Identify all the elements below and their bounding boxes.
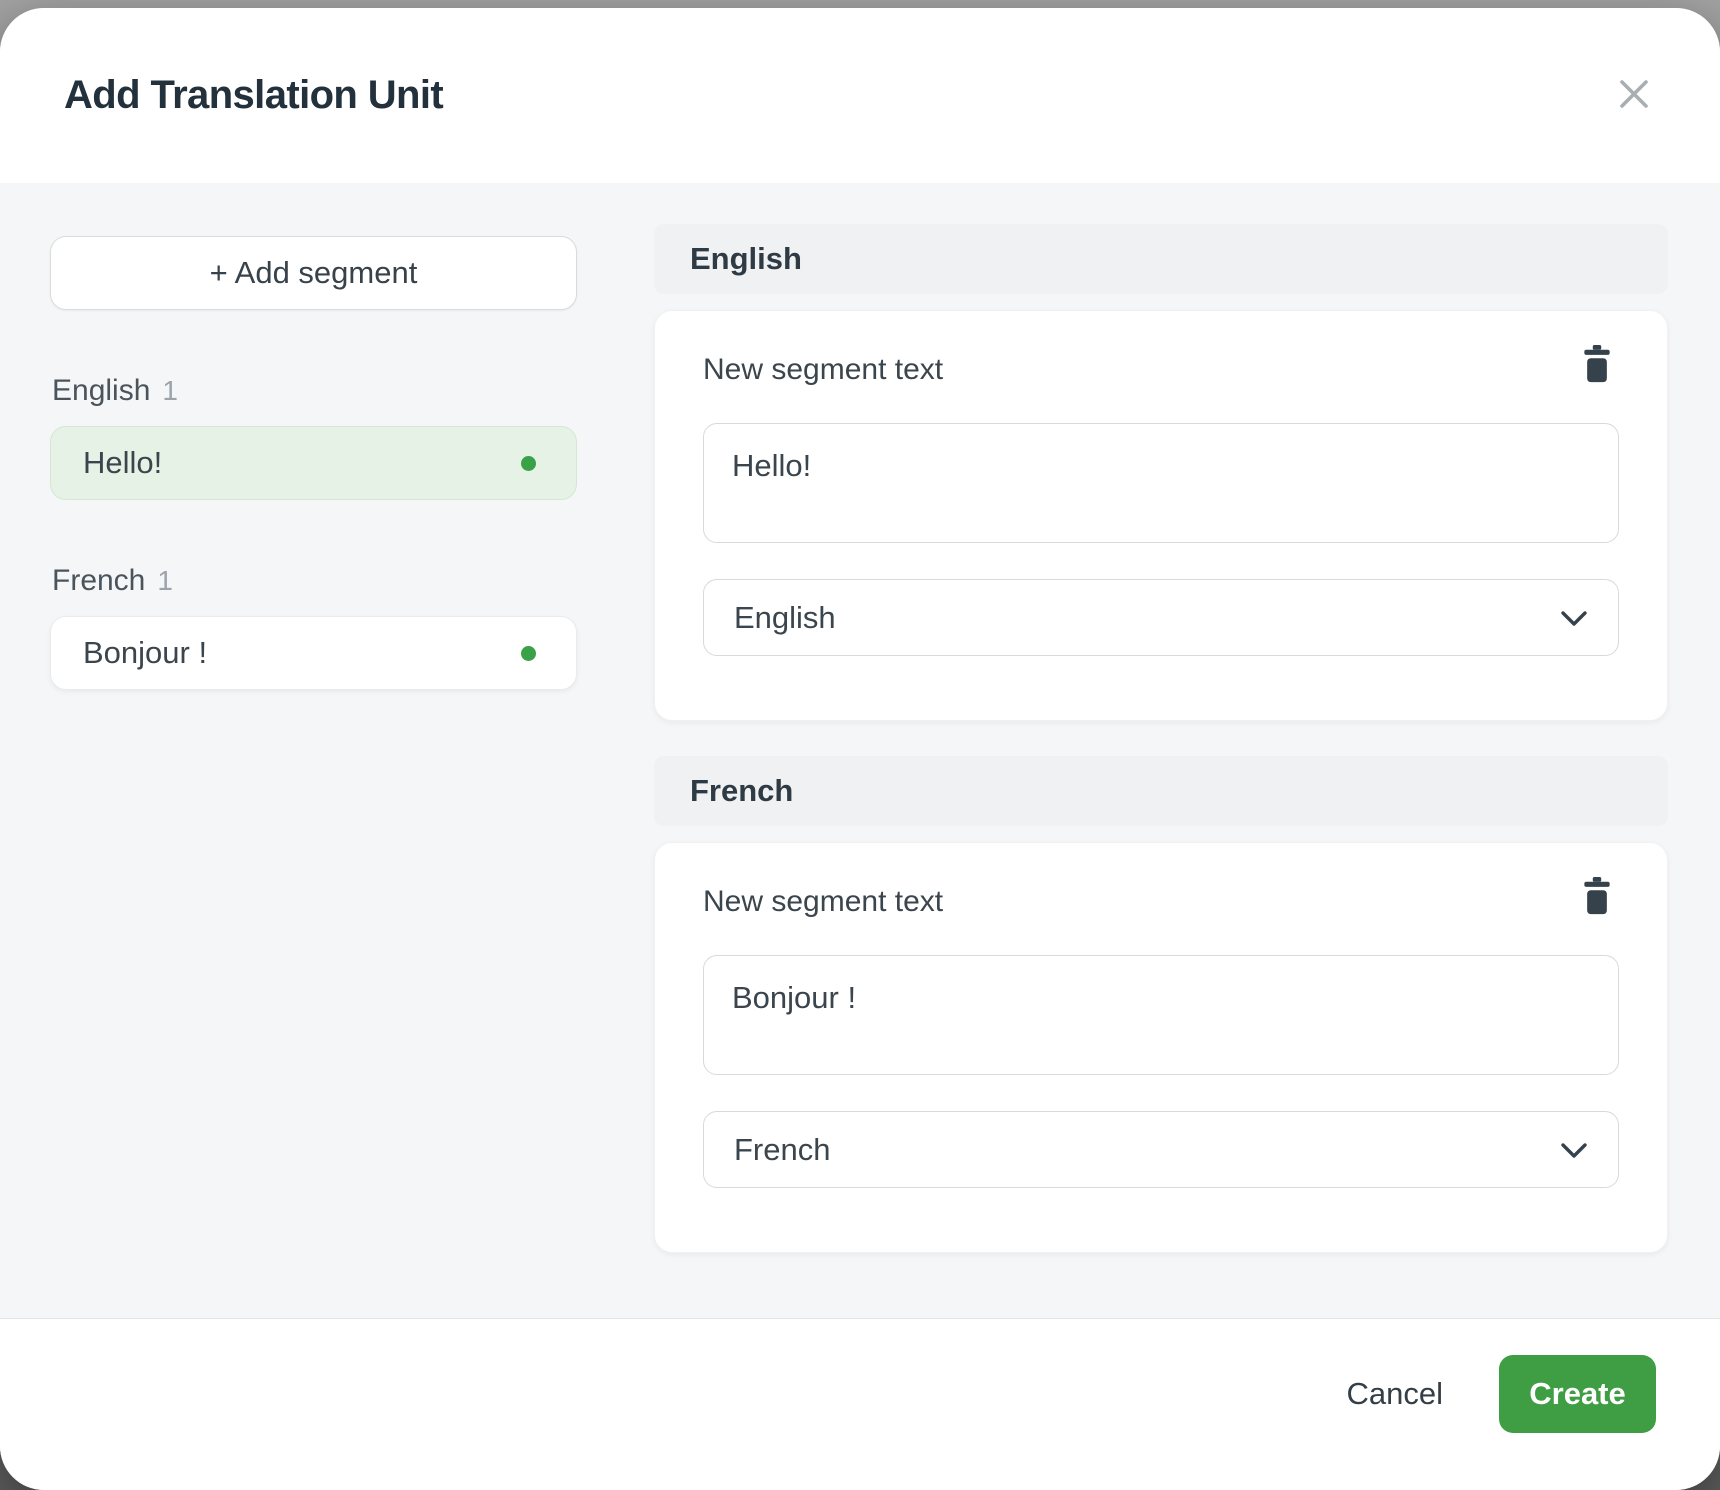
delete-segment-button[interactable] (1575, 877, 1619, 925)
segment-text-label: New segment text (703, 353, 943, 387)
create-button[interactable]: Create (1499, 1355, 1656, 1433)
card-top-row: New segment text (703, 345, 1619, 393)
segment-text: Hello! (83, 445, 162, 481)
segment-text-label: New segment text (703, 885, 943, 919)
segment-count-badge: 1 (162, 375, 178, 407)
segment-editor-panel: English New segment text (654, 224, 1668, 1318)
segment-text: Bonjour ! (83, 635, 207, 671)
close-icon (1616, 76, 1652, 115)
editor-section-french: French New segment text (654, 756, 1668, 1253)
cancel-button[interactable]: Cancel (1347, 1376, 1444, 1412)
language-name: English (52, 374, 150, 408)
card-top-row: New segment text (703, 877, 1619, 925)
selected-language: English (734, 600, 836, 636)
dialog-title: Add Translation Unit (64, 73, 443, 118)
dialog-body: + Add segment English 1 Hello! French 1 … (0, 183, 1720, 1318)
language-group-label-english: English 1 (52, 374, 577, 408)
selected-language: French (734, 1132, 830, 1168)
segment-list-item-english[interactable]: Hello! (50, 426, 577, 500)
delete-segment-button[interactable] (1575, 345, 1619, 393)
add-segment-button[interactable]: + Add segment (50, 236, 577, 310)
segment-text-input[interactable]: Bonjour ! (703, 955, 1619, 1075)
chevron-down-icon (1560, 1132, 1588, 1168)
green-dot-icon (521, 456, 536, 471)
segments-sidebar: + Add segment English 1 Hello! French 1 … (50, 224, 577, 1318)
segment-card-english: New segment text Hello! (654, 310, 1668, 721)
segment-card-french: New segment text Bonjour ! (654, 842, 1668, 1253)
trash-icon (1580, 345, 1614, 386)
dialog-footer: Cancel Create (0, 1318, 1720, 1490)
add-translation-unit-dialog: Add Translation Unit + Add segment Engli… (0, 8, 1720, 1490)
segment-text-input[interactable]: Hello! (703, 423, 1619, 543)
language-select-french[interactable]: French (703, 1111, 1619, 1188)
green-dot-icon (521, 646, 536, 661)
trash-icon (1580, 877, 1614, 918)
segment-list-item-french[interactable]: Bonjour ! (50, 616, 577, 690)
section-heading-french: French (654, 756, 1668, 826)
close-button[interactable] (1610, 72, 1658, 120)
language-name: French (52, 564, 145, 598)
section-heading-english: English (654, 224, 1668, 294)
dialog-header: Add Translation Unit (0, 8, 1720, 183)
segment-count-badge: 1 (157, 565, 173, 597)
language-select-english[interactable]: English (703, 579, 1619, 656)
editor-section-english: English New segment text (654, 224, 1668, 721)
language-group-label-french: French 1 (52, 564, 577, 598)
chevron-down-icon (1560, 600, 1588, 636)
